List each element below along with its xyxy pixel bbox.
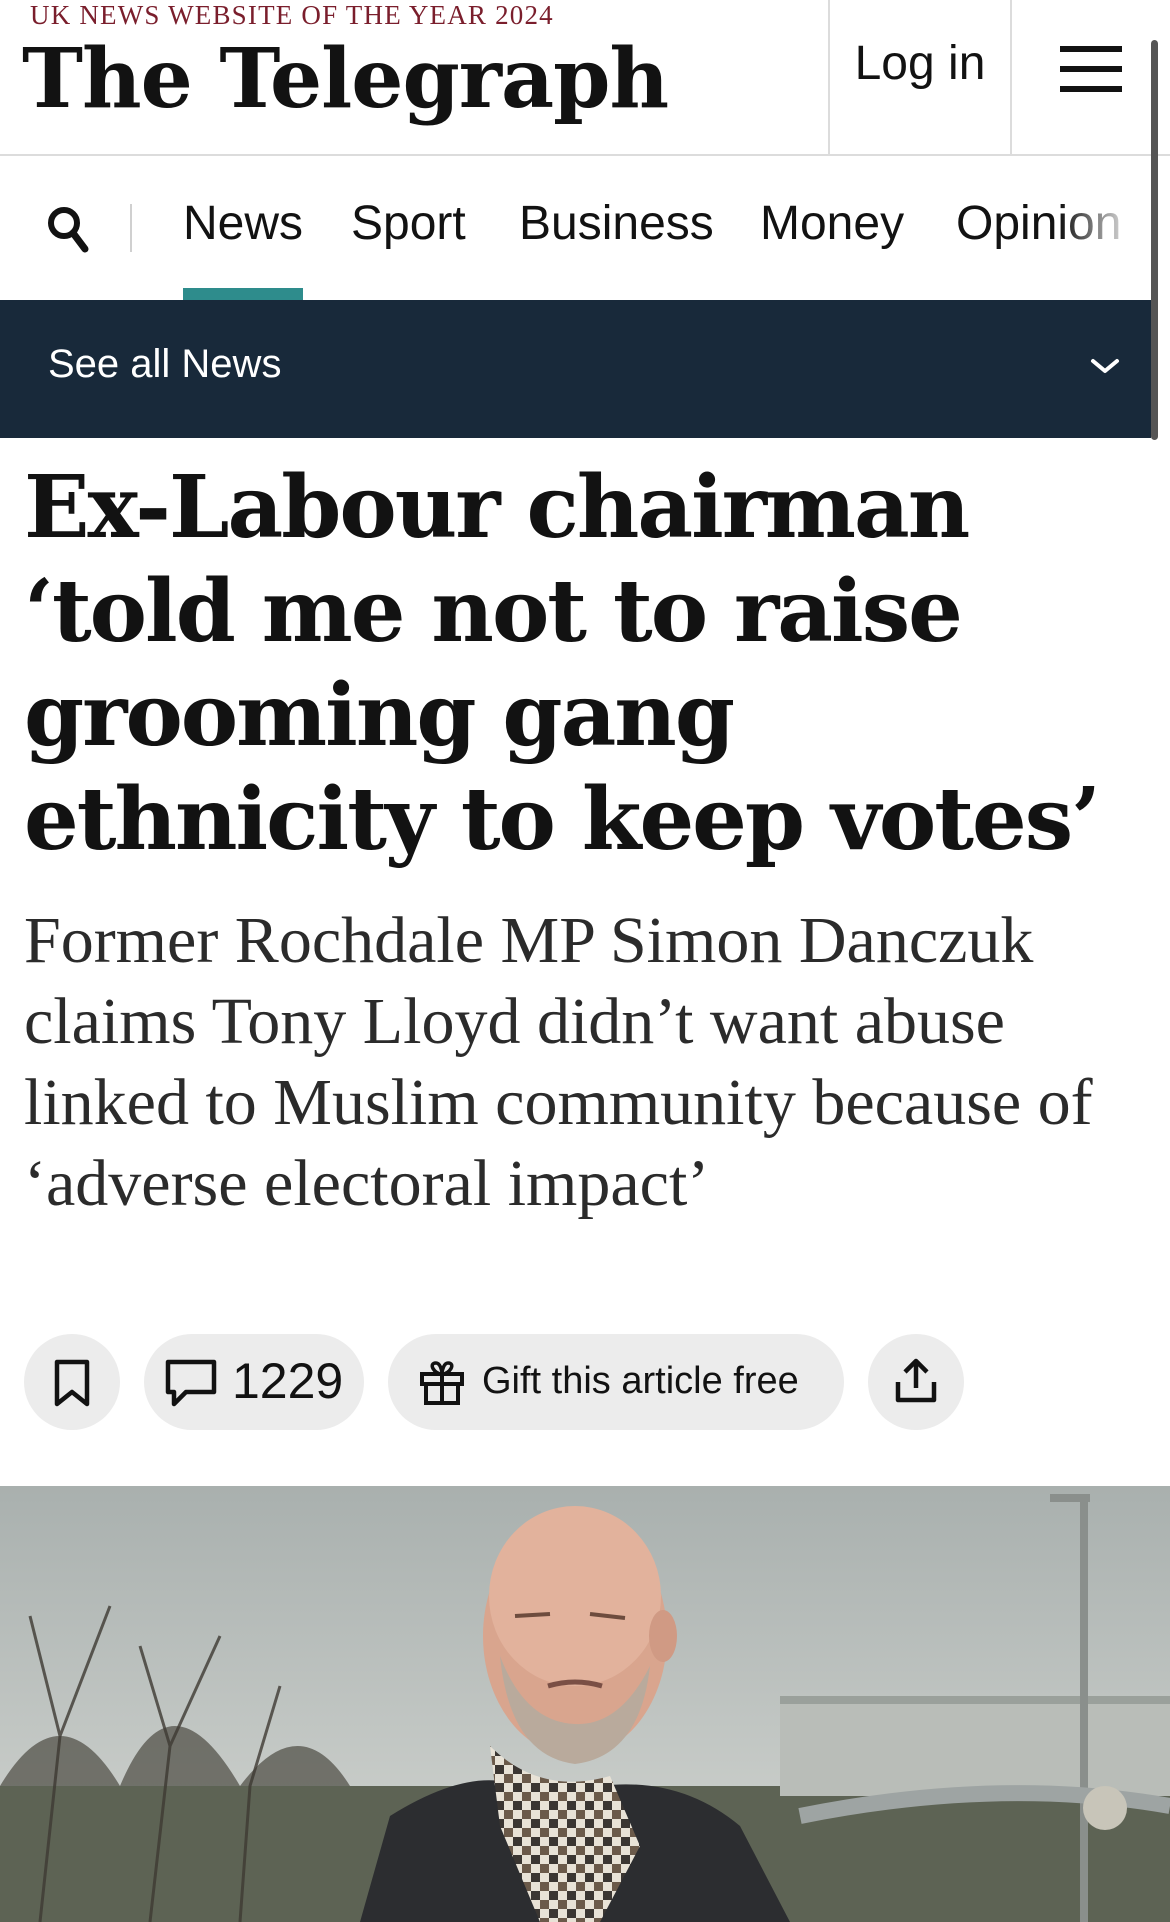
search-icon[interactable] bbox=[46, 204, 90, 254]
nav-item-business[interactable]: Business bbox=[519, 196, 714, 251]
man-in-scarf-photo[interactable] bbox=[0, 1486, 1170, 1922]
share-button[interactable] bbox=[868, 1334, 964, 1430]
gift-article-label: Gift this article free bbox=[482, 1360, 799, 1402]
see-all-bar[interactable]: See all News bbox=[0, 300, 1151, 438]
article-photo-illustration bbox=[0, 1486, 1170, 1922]
share-icon bbox=[895, 1358, 937, 1403]
bookmark-button[interactable] bbox=[24, 1334, 120, 1430]
see-all-news-label: See all News bbox=[48, 342, 282, 386]
gift-article-button[interactable]: Gift this article free bbox=[388, 1334, 844, 1430]
login-button[interactable]: Log in bbox=[828, 0, 1012, 156]
nav-divider bbox=[130, 204, 132, 252]
login-label: Log in bbox=[854, 37, 986, 90]
hamburger-menu-icon[interactable] bbox=[1060, 46, 1122, 92]
chevron-down-icon[interactable] bbox=[1090, 356, 1120, 376]
gift-icon bbox=[420, 1361, 464, 1405]
nav-item-news[interactable]: News bbox=[183, 196, 303, 251]
telegraph-logo[interactable]: The Telegraph bbox=[22, 30, 669, 128]
nav-item-money[interactable]: Money bbox=[760, 196, 904, 251]
comment-icon bbox=[165, 1359, 217, 1407]
scrollbar[interactable] bbox=[1151, 40, 1158, 440]
nav-item-sport[interactable]: Sport bbox=[351, 196, 466, 251]
article-actions: 1229 Gift this article free bbox=[24, 1334, 1144, 1430]
bookmark-icon bbox=[54, 1359, 90, 1407]
award-tagline: UK NEWS WEBSITE OF THE YEAR 2024 bbox=[30, 0, 554, 30]
comment-count: 1229 bbox=[232, 1353, 344, 1409]
nav-active-indicator bbox=[183, 288, 303, 300]
section-nav: News Sport Business Money Opinion bbox=[0, 156, 1170, 300]
article-standfirst: Former Rochdale MP Simon Danczuk claims … bbox=[24, 904, 1093, 1220]
article-headline: Ex-Labour chairman ‘told me not to raise… bbox=[24, 457, 1101, 870]
site-header: UK NEWS WEBSITE OF THE YEAR 2024 The Tel… bbox=[0, 0, 1170, 156]
comments-button[interactable]: 1229 bbox=[144, 1334, 364, 1430]
